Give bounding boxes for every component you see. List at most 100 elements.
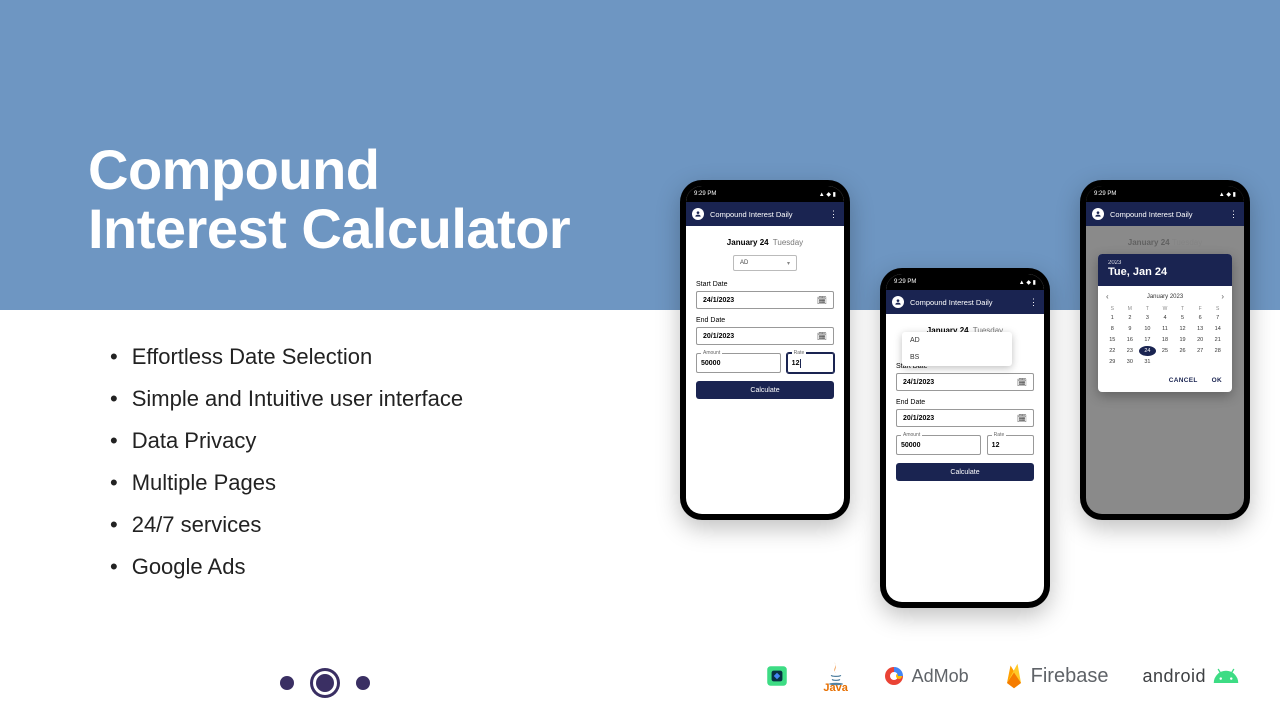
app-bar: Compound Interest Daily ⋮ xyxy=(686,202,844,226)
calendar-day[interactable]: 29 xyxy=(1104,357,1121,367)
phone-mockup-3: 9:29 PM ▲ ◆ ▮ Compound Interest Daily ⋮ … xyxy=(1080,180,1250,520)
calendar-icon: 🗓 xyxy=(817,296,827,305)
dialog-month: January 2023 xyxy=(1147,294,1183,300)
calendar-type-menu: AD BS xyxy=(902,332,1012,366)
menu-item-ad[interactable]: AD xyxy=(902,332,1012,349)
feature-item: Effortless Date Selection xyxy=(110,344,463,370)
tech-logos: Java AdMob Firebase android xyxy=(764,660,1240,692)
android-studio-logo xyxy=(764,663,790,689)
calendar-day[interactable]: 9 xyxy=(1122,324,1139,334)
admob-logo: AdMob xyxy=(882,664,969,688)
feature-item: Data Privacy xyxy=(110,428,463,454)
start-date-label: Start Date xyxy=(696,281,834,288)
rate-input[interactable]: Rate 12 xyxy=(787,353,834,373)
calendar-day[interactable]: 7 xyxy=(1209,313,1226,323)
amount-input[interactable]: Amount 50000 xyxy=(896,435,981,455)
menu-item-bs[interactable]: BS xyxy=(902,349,1012,366)
end-date-label: End Date xyxy=(896,399,1034,406)
account-icon[interactable] xyxy=(692,208,704,220)
pager-dot-active[interactable] xyxy=(316,674,334,692)
feature-item: 24/7 services xyxy=(110,512,463,538)
phone-mockup-2: 9:29 PM ▲ ◆ ▮ Compound Interest Daily ⋮ … xyxy=(880,268,1050,608)
feature-item: Simple and Intuitive user interface xyxy=(110,386,463,412)
prev-month-icon[interactable]: ‹ xyxy=(1106,292,1109,301)
next-month-icon[interactable]: › xyxy=(1221,292,1224,301)
feature-item: Google Ads xyxy=(110,554,463,580)
calendar-day[interactable]: 8 xyxy=(1104,324,1121,334)
calendar-day[interactable]: 30 xyxy=(1122,357,1139,367)
app-title: Compound Interest Daily xyxy=(910,298,1023,307)
feature-item: Multiple Pages xyxy=(110,470,463,496)
firebase-logo: Firebase xyxy=(1003,662,1109,690)
calendar-day[interactable]: 24 xyxy=(1139,346,1156,356)
status-bar: 9:29 PM ▲ ◆ ▮ xyxy=(1086,186,1244,202)
phone-mockups: 9:29 PM ▲ ◆ ▮ Compound Interest Daily ⋮ … xyxy=(680,180,1240,620)
pager-dot[interactable] xyxy=(280,676,294,690)
calendar-day[interactable]: 12 xyxy=(1174,324,1191,334)
carousel-pager xyxy=(280,674,370,692)
calendar-day[interactable]: 10 xyxy=(1139,324,1156,334)
calendar-icon: 🗓 xyxy=(1017,378,1027,387)
end-date-label: End Date xyxy=(696,317,834,324)
app-title: Compound Interest Daily xyxy=(710,210,823,219)
end-date-input[interactable]: 20/1/2023 🗓 xyxy=(696,327,834,345)
calendar-day[interactable]: 20 xyxy=(1192,335,1209,345)
amount-input[interactable]: Amount 50000 xyxy=(696,353,781,373)
today-header: January 24 Tuesday xyxy=(696,238,834,247)
account-icon[interactable] xyxy=(892,296,904,308)
calendar-day[interactable]: 22 xyxy=(1104,346,1121,356)
calendar-day[interactable]: 28 xyxy=(1209,346,1226,356)
calculate-button[interactable]: Calculate xyxy=(696,381,834,399)
status-icons: ▲ ◆ ▮ xyxy=(1219,191,1236,198)
calendar-day[interactable]: 14 xyxy=(1209,324,1226,334)
android-logo: android xyxy=(1142,666,1240,687)
calendar-day[interactable]: 19 xyxy=(1174,335,1191,345)
start-date-input[interactable]: 24/1/2023 🗓 xyxy=(696,291,834,309)
status-bar: 9:29 PM ▲ ◆ ▮ xyxy=(886,274,1044,290)
calendar-day[interactable]: 2 xyxy=(1122,313,1139,323)
rate-input[interactable]: Rate 12 xyxy=(987,435,1034,455)
pager-dot[interactable] xyxy=(356,676,370,690)
calendar-day[interactable]: 31 xyxy=(1139,357,1156,367)
cancel-button[interactable]: CANCEL xyxy=(1169,377,1198,384)
calendar-icon: 🗓 xyxy=(1017,414,1027,423)
feature-list: Effortless Date Selection Simple and Int… xyxy=(110,344,463,596)
calendar-day[interactable]: 21 xyxy=(1209,335,1226,345)
overflow-icon[interactable]: ⋮ xyxy=(1029,298,1038,307)
dialog-date: Tue, Jan 24 xyxy=(1108,266,1222,278)
calendar-day[interactable]: 13 xyxy=(1192,324,1209,334)
calendar-day[interactable]: 6 xyxy=(1192,313,1209,323)
calendar-day[interactable]: 15 xyxy=(1104,335,1121,345)
app-bar: Compound Interest Daily ⋮ xyxy=(886,290,1044,314)
calendar-grid: SMTWTFS123456789101112131415161718192021… xyxy=(1098,303,1232,371)
ok-button[interactable]: OK xyxy=(1212,377,1222,384)
calendar-day[interactable]: 11 xyxy=(1157,324,1174,334)
date-picker-dialog: 2023 Tue, Jan 24 ‹ January 2023 › SMTWTF… xyxy=(1098,254,1232,392)
calendar-day[interactable]: 26 xyxy=(1174,346,1191,356)
calendar-day[interactable]: 27 xyxy=(1192,346,1209,356)
java-logo: Java xyxy=(824,660,848,692)
overflow-icon[interactable]: ⋮ xyxy=(1229,210,1238,219)
calendar-day[interactable]: 23 xyxy=(1122,346,1139,356)
calendar-day[interactable]: 17 xyxy=(1139,335,1156,345)
status-icons: ▲ ◆ ▮ xyxy=(819,191,836,198)
dialog-year[interactable]: 2023 xyxy=(1108,260,1222,266)
chevron-down-icon: ▾ xyxy=(787,260,790,267)
calendar-day[interactable]: 1 xyxy=(1104,313,1121,323)
overflow-icon[interactable]: ⋮ xyxy=(829,210,838,219)
calendar-day[interactable]: 4 xyxy=(1157,313,1174,323)
calendar-day[interactable]: 16 xyxy=(1122,335,1139,345)
phone-mockup-1: 9:29 PM ▲ ◆ ▮ Compound Interest Daily ⋮ … xyxy=(680,180,850,520)
calendar-icon: 🗓 xyxy=(817,332,827,341)
calendar-type-dropdown[interactable]: AD▾ xyxy=(733,255,797,271)
start-date-input[interactable]: 24/1/2023 🗓 xyxy=(896,373,1034,391)
calendar-day[interactable]: 18 xyxy=(1157,335,1174,345)
end-date-input[interactable]: 20/1/2023 🗓 xyxy=(896,409,1034,427)
title-line-2: Interest Calculator xyxy=(88,197,570,260)
calendar-day[interactable]: 3 xyxy=(1139,313,1156,323)
calendar-day[interactable]: 25 xyxy=(1157,346,1174,356)
calendar-day[interactable]: 5 xyxy=(1174,313,1191,323)
calculate-button[interactable]: Calculate xyxy=(896,463,1034,481)
dialog-header: 2023 Tue, Jan 24 xyxy=(1098,254,1232,286)
account-icon[interactable] xyxy=(1092,208,1104,220)
